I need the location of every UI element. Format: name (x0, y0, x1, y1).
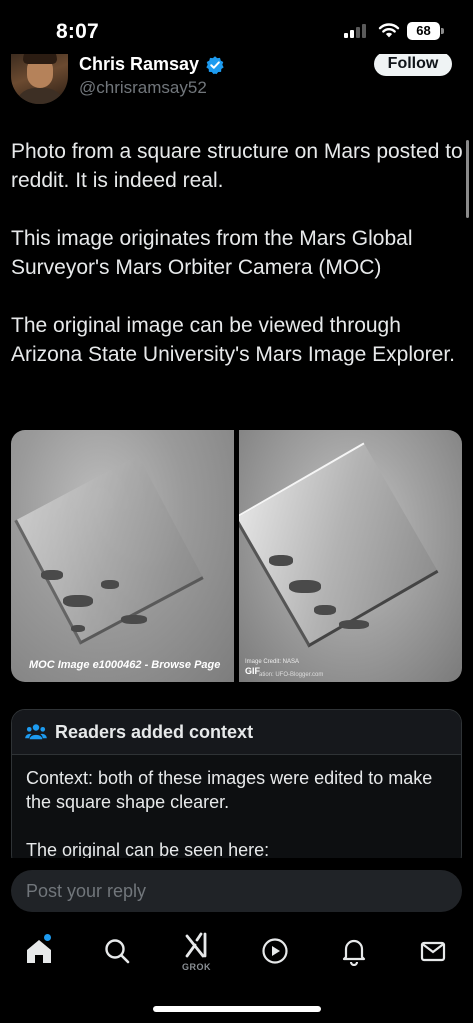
community-note-title: Readers added context (55, 722, 254, 742)
mars-image-right[interactable]: Image Credit: NASA GIF ation: UFO-Blogge… (239, 430, 462, 682)
notification-dot (44, 934, 51, 941)
community-note[interactable]: Readers added context Context: both of t… (11, 709, 462, 869)
home-icon[interactable] (24, 936, 54, 966)
community-note-text: Context: both of these images were edite… (26, 766, 446, 868)
grok-label: GROK (182, 962, 211, 972)
image-credit: Image Credit: NASA (245, 659, 300, 665)
mars-image-left[interactable]: MOC Image e1000462 - Browse Page (11, 430, 234, 682)
battery-tip (441, 28, 444, 34)
verified-badge-icon (206, 56, 224, 75)
wifi-icon (378, 23, 400, 38)
author-name[interactable]: Chris Ramsay (79, 54, 199, 75)
mail-icon[interactable] (418, 936, 448, 966)
author-handle[interactable]: @chrisramsay52 (79, 78, 207, 98)
post-paragraph: This image originates from the Mars Glob… (11, 227, 413, 279)
post-paragraph: The original image can be viewed through… (11, 314, 456, 366)
post-paragraph: Photo from a square structure on Mars po… (11, 140, 463, 192)
avatar[interactable] (11, 52, 68, 104)
battery-icon: 68 (407, 22, 440, 40)
video-icon[interactable] (260, 936, 290, 966)
signal-icon (344, 24, 370, 38)
reply-input[interactable] (11, 870, 462, 912)
scrollbar[interactable] (466, 140, 469, 218)
post-text: Photo from a square structure on Mars po… (11, 137, 463, 398)
follow-button[interactable]: Follow (374, 52, 452, 76)
gif-badge: GIF (245, 666, 260, 676)
home-indicator[interactable] (153, 1006, 321, 1012)
people-icon (25, 724, 47, 740)
status-bar: 8:07 68 (0, 0, 473, 54)
note-paragraph: Context: both of these images were edite… (26, 768, 433, 812)
image-caption: MOC Image e1000462 - Browse Page (29, 659, 221, 671)
status-time: 8:07 (56, 20, 99, 43)
post-media[interactable]: MOC Image e1000462 - Browse Page Image C… (11, 430, 462, 682)
image-credit-secondary: ation: UFO-Blogger.com (259, 672, 324, 678)
search-icon[interactable] (102, 936, 132, 966)
bell-icon[interactable] (339, 936, 369, 967)
community-note-header: Readers added context (12, 710, 461, 755)
bottom-tab-bar (0, 928, 473, 978)
grok-icon[interactable] (181, 930, 211, 960)
